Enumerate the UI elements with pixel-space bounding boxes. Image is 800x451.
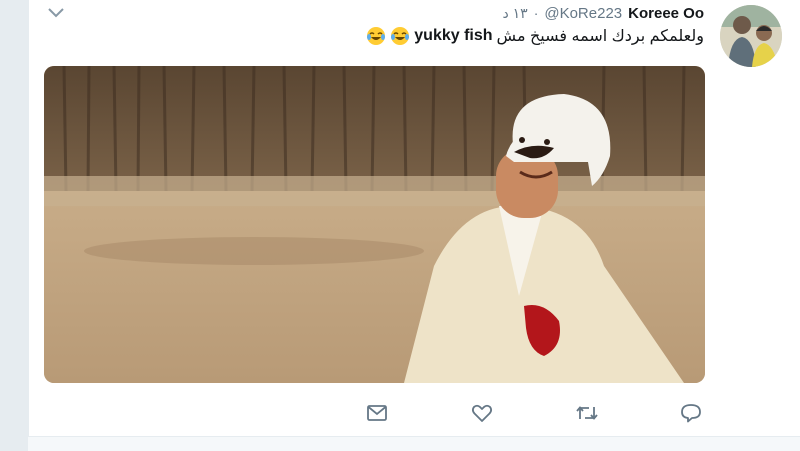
reply-icon[interactable]	[677, 398, 705, 428]
tweet-photo[interactable]	[44, 66, 705, 383]
direct-message-icon[interactable]	[363, 398, 391, 428]
retweet-icon[interactable]	[573, 398, 601, 428]
display-name[interactable]: Koreee Oo	[628, 5, 704, 22]
face-with-tears-of-joy-icon	[390, 26, 410, 46]
timestamp[interactable]: ١٣ د	[503, 5, 528, 22]
tweet-header: Koreee Oo @KoRe223 · ١٣ د	[503, 3, 704, 23]
tweet-text: ولعلمكم بردك اسمه فسيخ مش yukky fish	[366, 26, 704, 46]
tweet-text-arabic: ولعلمكم بردك اسمه فسيخ مش	[496, 28, 704, 45]
separator-dot: ·	[533, 5, 539, 21]
user-handle[interactable]: @KoRe223	[544, 5, 622, 22]
tweet-text-english: yukky fish	[414, 27, 493, 44]
timeline-divider	[28, 436, 800, 451]
face-with-tears-of-joy-icon	[366, 26, 386, 46]
like-icon[interactable]	[468, 398, 496, 428]
chevron-down-icon[interactable]	[47, 6, 65, 20]
avatar[interactable]	[720, 5, 782, 67]
tweet-actions	[355, 398, 705, 428]
